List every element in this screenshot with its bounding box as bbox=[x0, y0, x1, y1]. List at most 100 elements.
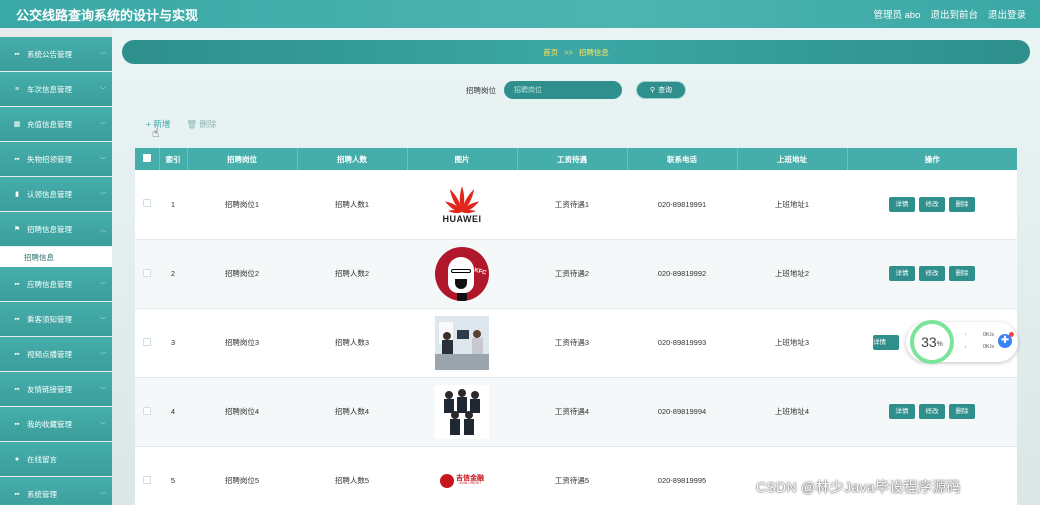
sidebar-item-passenger-notice[interactable]: ▪▪ 乘客须知管理 ﹀ bbox=[0, 302, 112, 336]
grid-icon: ▪▪ bbox=[14, 50, 20, 58]
cpu-usage-ring: 33% bbox=[910, 320, 954, 364]
huawei-logo-text: HUAWEI bbox=[442, 214, 482, 225]
business-team-image bbox=[435, 384, 489, 439]
sidebar: ▪▪ 系统公告管理 ﹀ ≡ 车次信息管理 ﹀ ▦ 充值信息管理 ﹀ ▪▪ 失物招领管理 ﹀ ▮ 认… bbox=[0, 28, 112, 505]
delete-row-button[interactable]: 删除 bbox=[949, 266, 975, 281]
detail-button[interactable]: 详情 bbox=[889, 266, 915, 281]
delete-button[interactable]: 🗑 删除 bbox=[186, 118, 216, 130]
cell-image bbox=[407, 377, 517, 447]
grid-icon: ▪▪ bbox=[14, 350, 20, 358]
row-checkbox[interactable] bbox=[135, 239, 159, 309]
sidebar-item-trains[interactable]: ≡ 车次信息管理 ﹀ bbox=[0, 72, 112, 106]
table-header: 索引 招聘岗位 招聘人数 图片 工资待遇 联系电话 上班地址 操作 bbox=[135, 148, 1017, 170]
detail-button[interactable]: 详情 bbox=[889, 196, 915, 212]
search-button[interactable]: ⚲ 查询 bbox=[636, 81, 686, 99]
sidebar-item-announcements[interactable]: ▪▪ 系统公告管理 ﹀ bbox=[0, 37, 112, 71]
widget-menu-icon[interactable]: ✚ bbox=[998, 332, 1014, 348]
main-content: 首页 >> 招聘信息 招聘岗位 ⚲ 查询 + 新增 🗑 删除 ☝ 索引 招聘岗位… bbox=[112, 28, 1040, 505]
column-header: 工资待遇 bbox=[517, 148, 628, 170]
chevron-icon: ﹀ bbox=[99, 52, 106, 59]
sidebar-item-messages[interactable]: ● 在线留言 bbox=[0, 442, 112, 476]
watermark: CSDN @林少Java毕设程序源码 bbox=[756, 479, 961, 495]
grid-icon: ▪▪ bbox=[14, 155, 20, 163]
sidebar-item-recruitment[interactable]: ⚑ 招聘信息管理 ︿ bbox=[0, 212, 112, 246]
row-checkbox[interactable] bbox=[135, 377, 159, 447]
sidebar-item-favorites[interactable]: ▪▪ 我的收藏管理 ﹀ bbox=[0, 407, 112, 441]
cell-address: 上班地址4 bbox=[737, 377, 847, 447]
cell-salary: 工资待遇1 bbox=[517, 170, 627, 240]
cell-actions: 详情 修改 删除 bbox=[847, 239, 1017, 309]
chevron-icon: ﹀ bbox=[99, 192, 106, 199]
jixin-logo-subtext: JIXIN CREDIT bbox=[458, 481, 482, 486]
sidebar-item-applications[interactable]: ▪▪ 应聘信息管理 ﹀ bbox=[0, 267, 112, 301]
chevron-icon: ﹀ bbox=[99, 282, 106, 289]
chevron-icon: ︿ bbox=[99, 227, 106, 234]
chevron-icon: ﹀ bbox=[99, 492, 106, 499]
sidebar-item-label: 充值信息管理 bbox=[27, 119, 72, 129]
sidebar-item-label: 系统管理 bbox=[27, 489, 57, 499]
submenu-recruitment-info[interactable]: 招聘信息 bbox=[0, 247, 112, 267]
sidebar-item-claims[interactable]: ▮ 认领信息管理 ﹀ bbox=[0, 177, 112, 211]
column-header: 操作 bbox=[847, 148, 1017, 170]
office-photo bbox=[435, 315, 489, 370]
select-all-checkbox[interactable] bbox=[135, 148, 160, 170]
sidebar-item-recharge[interactable]: ▦ 充值信息管理 ﹀ bbox=[0, 107, 112, 141]
kfc-logo-text: KFC bbox=[473, 267, 487, 276]
huawei-logo: HUAWEI bbox=[435, 177, 489, 232]
app-title: 公交线路查询系统的设计与实现 bbox=[16, 7, 199, 23]
grid-icon: ▪▪ bbox=[14, 280, 20, 288]
row-checkbox[interactable] bbox=[135, 308, 159, 378]
search-input[interactable] bbox=[504, 81, 622, 99]
delete-row-button[interactable]: 删除 bbox=[949, 404, 975, 419]
cell-phone: 020-89819995 bbox=[627, 446, 737, 505]
sidebar-item-system[interactable]: ▪▪ 系统管理 ﹀ bbox=[0, 477, 112, 505]
upload-speed: ↑ 0K/s bbox=[964, 332, 994, 338]
cell-address: 上班地址1 bbox=[737, 170, 847, 240]
search-button-label: 查询 bbox=[658, 87, 673, 94]
edit-button[interactable]: 修改 bbox=[919, 196, 945, 212]
admin-user-link[interactable]: 管理员 abo bbox=[873, 7, 920, 21]
sidebar-item-video[interactable]: ▪▪ 视频点播管理 ﹀ bbox=[0, 337, 112, 371]
row-checkbox[interactable] bbox=[135, 446, 159, 505]
huawei-petals-icon bbox=[445, 186, 479, 214]
cell-image: HUAWEI bbox=[407, 170, 517, 240]
recruitment-table: 索引 招聘岗位 招聘人数 图片 工资待遇 联系电话 上班地址 操作 1 招聘岗位… bbox=[135, 148, 1017, 505]
top-bar: 公交线路查询系统的设计与实现 管理员 abo 退出到前台 退出登录 bbox=[0, 0, 1040, 28]
sidebar-item-label: 友情链接管理 bbox=[27, 384, 72, 394]
sidebar-item-label: 招聘信息管理 bbox=[27, 224, 72, 234]
exit-to-front-link[interactable]: 退出到前台 bbox=[930, 7, 978, 21]
delete-row-button[interactable]: 删除 bbox=[949, 196, 975, 212]
sidebar-item-lost-found[interactable]: ▪▪ 失物招领管理 ﹀ bbox=[0, 142, 112, 176]
usage-percent: 33 bbox=[921, 334, 937, 350]
sidebar-item-links[interactable]: ▪▪ 友情链接管理 ﹀ bbox=[0, 372, 112, 406]
cell-phone: 020-89819994 bbox=[627, 377, 737, 447]
cell-phone: 020-89819991 bbox=[627, 170, 737, 240]
column-header: 招聘岗位 bbox=[187, 148, 298, 170]
breadcrumb-home[interactable]: 首页 bbox=[543, 47, 558, 58]
jixin-logo: 吉信金融 JIXIN CREDIT bbox=[435, 453, 489, 505]
network-speed-widget[interactable]: 33% ↑ 0K/s ↓ 0K/s ✚ bbox=[906, 320, 1018, 364]
sidebar-item-label: 车次信息管理 bbox=[27, 84, 72, 94]
detail-button[interactable]: 详情 bbox=[889, 404, 915, 419]
trash-icon: ▮ bbox=[15, 191, 19, 198]
cell-salary: 工资待遇5 bbox=[517, 446, 627, 505]
chevron-icon: ﹀ bbox=[99, 317, 106, 324]
cell-image bbox=[407, 308, 517, 378]
breadcrumb-current: 招聘信息 bbox=[578, 47, 609, 57]
row-checkbox[interactable] bbox=[135, 170, 159, 240]
column-header: 上班地址 bbox=[737, 148, 848, 170]
logout-link[interactable]: 退出登录 bbox=[988, 7, 1026, 21]
cell-position: 招聘岗位1 bbox=[187, 170, 297, 240]
sidebar-item-label: 认领信息管理 bbox=[27, 189, 72, 199]
cell-count: 招聘人数4 bbox=[297, 377, 407, 447]
office-meeting-image bbox=[435, 315, 489, 370]
download-speed: ↓ 0K/s bbox=[964, 344, 994, 350]
sidebar-item-label: 失物招领管理 bbox=[27, 154, 72, 164]
edit-button[interactable]: 修改 bbox=[919, 404, 945, 419]
cell-count: 招聘人数5 bbox=[297, 446, 407, 505]
team-photo bbox=[435, 384, 489, 439]
detail-button[interactable]: 详情 bbox=[873, 335, 899, 350]
edit-button[interactable]: 修改 bbox=[919, 266, 945, 281]
column-header: 招聘人数 bbox=[297, 148, 408, 170]
cell-image: KFC bbox=[407, 239, 517, 309]
